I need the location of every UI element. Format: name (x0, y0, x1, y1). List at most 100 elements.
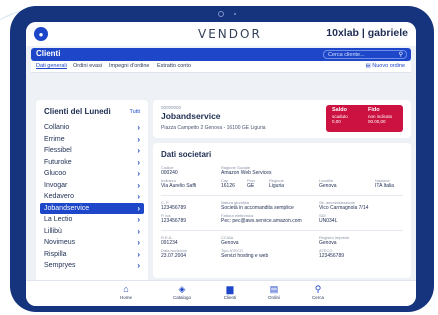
field-codice: Codice 000240 (161, 165, 178, 176)
field-data-iscrizione: Data iscrizione 23.07.2004 (161, 248, 187, 259)
field-value: Liguria (269, 183, 285, 189)
chevron-right-icon: › (137, 249, 140, 259)
field-registro-imprese: Registro imprese Genova (319, 235, 349, 246)
field-value: Genova (221, 240, 239, 246)
client-search-input[interactable]: Cerca cliente... ⚲ (323, 50, 407, 59)
field-value: Pec: pec@aws.service.amazon.com (221, 218, 302, 224)
chevron-right-icon: › (137, 169, 140, 178)
chevron-right-icon: › (137, 215, 140, 224)
divider (161, 230, 403, 231)
tab-estratto-conto[interactable]: Estratto conto (157, 63, 191, 69)
field-value: 123456789 (161, 205, 187, 211)
client-item-label: Errime (44, 135, 65, 143)
tabs-bar: Dati generali Ordini evasi Impegni d'ord… (31, 61, 411, 73)
client-item-label: Jobandservice (44, 204, 90, 212)
tab-dati-generali[interactable]: Dati generali (36, 63, 67, 69)
field-sede: Sit. amministrazione Vico Carmagnola 7/1… (319, 200, 368, 211)
scene: ● VENDOR 10xlab | gabriele Clienti Cerca… (0, 0, 438, 315)
camera-icon (218, 11, 224, 17)
field-cap: Cap 16126 (221, 178, 235, 189)
client-list-item[interactable]: Kedavero › (40, 191, 144, 203)
field-value: 123456789 (161, 218, 187, 224)
client-list-item[interactable]: Futuroke › (40, 157, 144, 169)
client-item-label: Collanio (44, 124, 70, 131)
client-item-label: Rispilla (44, 250, 67, 258)
client-list-item[interactable]: Errime › (40, 134, 144, 146)
catalog-icon: ◈ (178, 284, 186, 294)
field-value: Genova (319, 240, 337, 246)
nav-item-catalogo[interactable]: ◈ Catalogo (160, 284, 204, 301)
field-natura-giuridica: Natura giuridica Società in accomandita … (221, 200, 294, 211)
field-rea: R.E.A. 091234 (161, 235, 178, 246)
nav-label: Ordini (267, 295, 280, 300)
client-item-label: Glucoo (44, 170, 67, 177)
client-code: 00000000 (161, 105, 182, 110)
company-data-card: Dati societari Codice 000240 Ragione Soc… (153, 143, 411, 278)
field-value: UN034L (319, 218, 338, 224)
section-title: Clienti (36, 49, 61, 58)
nav-item-clienti[interactable]: ▆ Clienti (208, 284, 252, 301)
chevron-right-icon: › (137, 238, 140, 247)
tab-impegni-ordine[interactable]: Impegni d'ordine (109, 63, 150, 69)
client-item-label: Invogar (44, 181, 68, 189)
client-item-label: Flessibel (44, 147, 72, 154)
nav-item-ordini[interactable]: ▤ Ordini (252, 284, 296, 301)
client-list-item[interactable]: Glucoo › (40, 168, 144, 180)
section-header-bar: Clienti Cerca cliente... ⚲ (31, 48, 411, 61)
field-piva: P. iva 123456789 (161, 213, 186, 224)
company-data-title: Dati societari (161, 150, 212, 159)
balance-box: Saldo scaduto 0,00 Fido non indicato 00.… (326, 105, 403, 132)
client-address: Piazza Campetto 2 Genova - 16100 GE Ligu… (161, 125, 266, 131)
client-name: Jobandservice (161, 111, 221, 121)
nav-item-cerca[interactable]: ⚲ Cerca (296, 284, 340, 301)
client-list-item[interactable]: Novimeus › (40, 237, 144, 249)
field-value: 16126 (221, 183, 235, 189)
client-header-card: 00000000 Jobandservice Piazza Campetto 2… (153, 100, 411, 138)
client-list-item[interactable]: Flessibel › (40, 145, 144, 157)
client-item-label: Novimeus (44, 239, 76, 246)
field-value: GE (247, 183, 255, 189)
saldo-column: Saldo scaduto 0,00 (332, 107, 348, 125)
field-value: 123456789 (319, 253, 345, 259)
client-list: Collanio › Errime › Flessibel › Futuroke › Gluco… (40, 122, 144, 272)
top-bar: ● VENDOR 10xlab | gabriele (26, 22, 416, 46)
field-fattura-elettronica: Fattura elettronica Pec: pec@aws.service… (221, 213, 302, 224)
search-placeholder: Cerca cliente... (328, 52, 365, 58)
new-order-button[interactable]: ▤ Nuovo ordine (366, 63, 405, 69)
tablet-frame: ● VENDOR 10xlab | gabriele Clienti Cerca… (10, 6, 434, 312)
nav-label: Catalogo (172, 295, 191, 300)
field-value: Via Aurelio Saffi (161, 183, 197, 189)
tab-ordini-evasi[interactable]: Ordini evasi (73, 63, 102, 69)
client-item-label: Futuroke (44, 158, 72, 166)
field-prov: Prov GE (247, 178, 255, 189)
client-list-item[interactable]: Lillibù › (40, 226, 144, 238)
search-icon: ⚲ (314, 284, 322, 294)
user-icon[interactable]: ● (34, 27, 48, 41)
field-value: Servizi hosting e web (221, 253, 269, 259)
show-all-link[interactable]: Tutti (130, 109, 141, 115)
chevron-right-icon: › (137, 157, 140, 167)
nav-label: Cerca (311, 295, 324, 300)
search-icon[interactable]: ⚲ (399, 51, 403, 59)
field-value: 23.07.2004 (161, 253, 187, 259)
client-item-label: Kedavero (44, 193, 74, 200)
chevron-right-icon: › (137, 123, 140, 132)
client-list-item[interactable]: Jobandservice › (40, 202, 144, 214)
nav-item-home[interactable]: ⌂ Home (104, 284, 148, 301)
client-list-item[interactable]: Sempryes › (40, 260, 144, 272)
field-localita: Località Genova (319, 178, 337, 189)
client-list-item[interactable]: La Lectio › (40, 214, 144, 226)
tablet-screen: ● VENDOR 10xlab | gabriele Clienti Cerca… (26, 22, 416, 306)
field-ateco: ATECO 123456789 (319, 248, 344, 259)
client-list-item[interactable]: Rispilla › (40, 249, 144, 261)
field-value: Società in accomandita semplice (221, 205, 294, 211)
chevron-right-icon: › (137, 146, 140, 155)
client-list-item[interactable]: Collanio › (40, 122, 144, 134)
bottom-navigation: ⌂ Home ◈ Catalogo ▆ Clienti ▤ Ordini ⚲ Cerca (26, 280, 416, 306)
client-item-label: La Lectio (44, 216, 73, 223)
company-user-label[interactable]: 10xlab | gabriele (326, 27, 408, 39)
saldo-label: Saldo (332, 107, 347, 113)
chevron-right-icon: › (137, 226, 140, 236)
sensor-dot (234, 13, 236, 15)
client-list-item[interactable]: Invogar › (40, 180, 144, 192)
